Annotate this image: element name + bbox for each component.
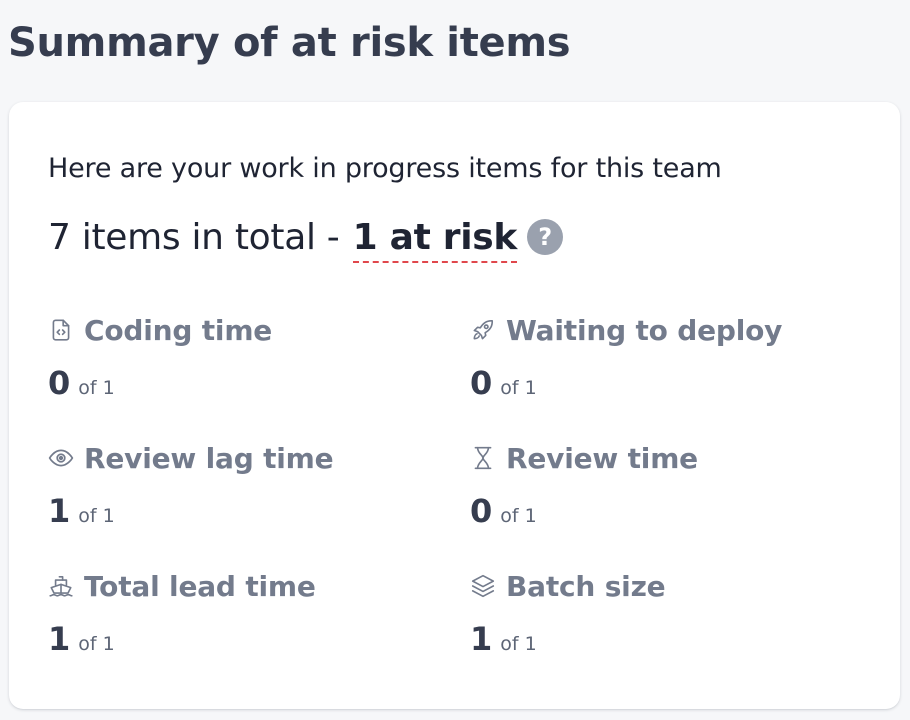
at-risk-link[interactable]: 1 at risk (352, 217, 517, 263)
metric-total: of 1 (500, 377, 537, 399)
metric-total: of 1 (500, 505, 537, 527)
code-file-icon (48, 317, 74, 343)
help-icon[interactable]: ? (527, 219, 564, 255)
metric-label: Review lag time (84, 441, 334, 475)
total-items-text: 7 items in total - (48, 216, 351, 258)
eye-icon (48, 445, 74, 471)
metric-count: 0 (470, 492, 493, 530)
metric-count: 0 (48, 364, 71, 402)
metric-coding-time: Coding time 0 of 1 (48, 310, 448, 403)
page-title: Summary of at risk items (8, 20, 571, 66)
metric-waiting-to-deploy: Waiting to deploy 0 of 1 (470, 310, 870, 403)
total-items-line: 7 items in total - 1 at risk ? (48, 212, 564, 263)
metric-label: Batch size (506, 569, 666, 603)
metric-label: Total lead time (84, 569, 316, 603)
metric-count: 1 (48, 492, 71, 530)
metric-count: 0 (470, 364, 493, 402)
layers-icon (470, 573, 496, 599)
metric-total: of 1 (78, 505, 115, 527)
metric-count: 1 (470, 620, 493, 658)
metric-total: of 1 (500, 633, 537, 655)
ship-icon (48, 573, 74, 599)
metric-review-lag-time: Review lag time 1 of 1 (48, 438, 448, 531)
at-risk-summary-card: Here are your work in progress items for… (9, 102, 900, 709)
metric-review-time: Review time 0 of 1 (470, 438, 870, 531)
metric-total: of 1 (78, 633, 115, 655)
rocket-icon (470, 317, 496, 343)
metric-label: Waiting to deploy (506, 313, 783, 347)
metric-label: Review time (506, 441, 698, 475)
hourglass-icon (470, 445, 496, 471)
metric-total-lead-time: Total lead time 1 of 1 (48, 566, 448, 659)
metric-total: of 1 (78, 377, 115, 399)
summary-intro: Here are your work in progress items for… (48, 153, 722, 184)
metric-label: Coding time (84, 313, 273, 347)
metric-count: 1 (48, 620, 71, 658)
metric-batch-size: Batch size 1 of 1 (470, 566, 870, 659)
